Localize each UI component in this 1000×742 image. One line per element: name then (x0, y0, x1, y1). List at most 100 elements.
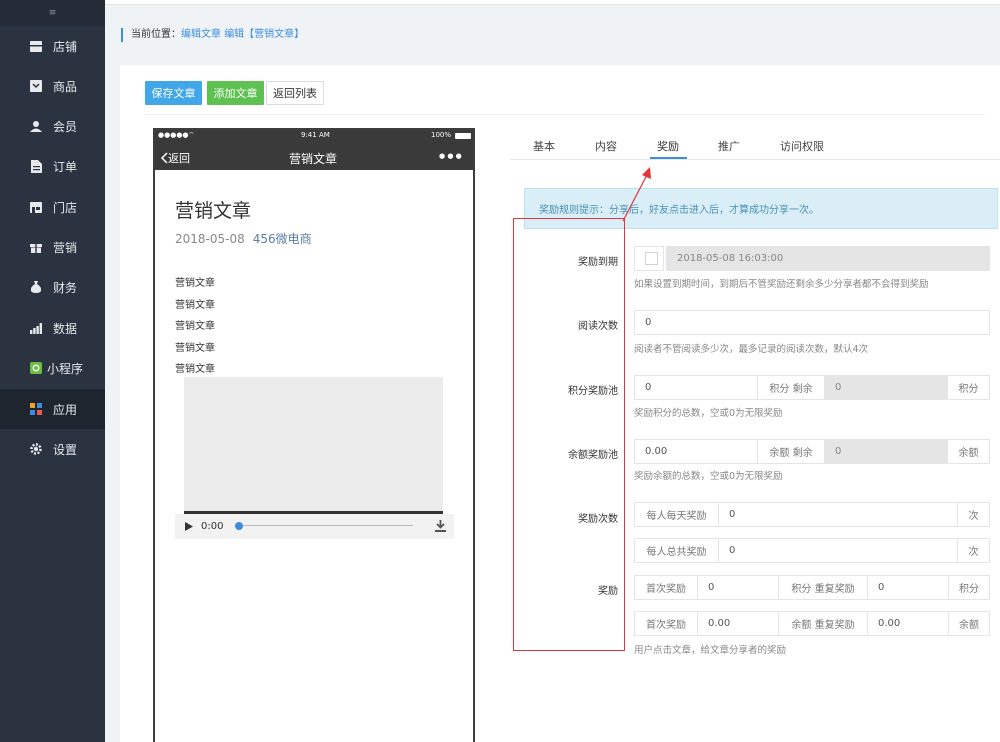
expire-checkbox[interactable] (645, 252, 658, 265)
tab-promotion[interactable]: 推广 (718, 138, 740, 154)
status-time: 9:41 AM (301, 131, 330, 139)
audio-scrubber[interactable] (235, 522, 243, 530)
balance-pool-addon: 余额 剩余 (757, 439, 825, 464)
sidebar-item-label: 店铺 (53, 39, 78, 54)
tab-reward[interactable]: 奖励 (657, 138, 679, 154)
balance-repeat-input[interactable]: 0.00 (867, 611, 949, 636)
sidebar-item-label: 小程序 (47, 361, 84, 376)
article-title: 营销文章 (175, 200, 252, 222)
chevron-left-icon (160, 152, 168, 164)
member-icon (30, 120, 42, 132)
sidebar-item-store[interactable]: 店铺 (0, 26, 105, 66)
apps-icon (30, 403, 42, 415)
top-bar (105, 0, 1000, 5)
sidebar-item-shop[interactable]: 门店 (0, 187, 105, 227)
phone-nav-title: 营销文章 (289, 152, 338, 166)
order-icon (30, 159, 42, 173)
article-line: 营销文章 (175, 364, 215, 375)
phone-back-button[interactable]: 返回 (160, 150, 190, 166)
chart-icon (30, 322, 42, 334)
add-article-button[interactable]: 添加文章 (207, 81, 264, 105)
gift-icon (30, 241, 42, 253)
sidebar-item-miniprogram[interactable]: 小程序 (0, 348, 105, 388)
toolbar-divider (145, 114, 985, 115)
audio-player: 0:00 (175, 514, 454, 539)
gear-icon (30, 443, 42, 455)
balance-pool-remaining: 0 (824, 439, 948, 464)
daily-reward-unit: 次 (957, 502, 990, 527)
sidebar-item-finance[interactable]: 财务 (0, 267, 105, 307)
article-line: 营销文章 (175, 278, 215, 289)
tab-content[interactable]: 内容 (595, 138, 617, 154)
total-reward-input[interactable]: 0 (718, 538, 958, 563)
expire-help: 如果设置到期时间，到期后不管奖励还剩余多少分享者都不会得到奖励 (634, 279, 929, 290)
expire-datetime-input[interactable]: 2018-05-08 16:03:00 (666, 246, 990, 271)
phone-preview: ●●●●● ⌔ 9:41 AM 100% 返回 营销文章 ● ● ● 营销文章 … (153, 128, 475, 742)
sidebar: ≡ 店铺 商品 会员 订单 门店 营销 财务 数据 小程序 应用 设置 (0, 0, 105, 742)
sidebar-item-label: 营销 (53, 240, 78, 255)
tab-access[interactable]: 访问权限 (780, 138, 824, 154)
balance-pool-input[interactable]: 0.00 (634, 439, 758, 464)
points-pool-help: 奖励积分的总数，空或0为无限奖励 (634, 408, 783, 419)
battery-icon (455, 133, 471, 139)
article-shop[interactable]: 456微电商 (253, 232, 312, 246)
sidebar-item-member[interactable]: 会员 (0, 106, 105, 146)
save-article-button[interactable]: 保存文章 (145, 81, 202, 105)
annotation-highlight-box (513, 218, 625, 651)
back-to-list-button[interactable]: 返回列表 (266, 81, 324, 105)
balance-repeat-unit: 余额 (948, 611, 990, 636)
breadcrumb-link-current[interactable]: 编辑【营销文章】 (224, 29, 304, 40)
points-first-input[interactable]: 0 (697, 575, 779, 600)
wifi-icon: ⌔ (188, 131, 195, 139)
points-pool-input[interactable]: 0 (634, 375, 758, 400)
balance-first-addon: 首次奖励 (634, 611, 698, 636)
points-pool-addon: 积分 剩余 (757, 375, 825, 400)
breadcrumb-prefix: 当前位置： (131, 29, 181, 40)
points-first-addon: 首次奖励 (634, 575, 698, 600)
sidebar-item-marketing[interactable]: 营销 (0, 227, 105, 267)
sidebar-item-settings[interactable]: 设置 (0, 429, 105, 469)
sidebar-item-goods[interactable]: 商品 (0, 66, 105, 106)
total-reward-unit: 次 (957, 538, 990, 563)
article-line: 营销文章 (175, 300, 215, 311)
article-meta: 2018-05-08 456微电商 (175, 230, 312, 247)
daily-reward-input[interactable]: 0 (718, 502, 958, 527)
sidebar-item-label: 门店 (53, 200, 78, 215)
annotation-arrow (622, 167, 651, 222)
tab-bar: 基本 内容 奖励 推广 访问权限 (510, 132, 1000, 160)
phone-nav-bar: 返回 营销文章 ● ● ● (155, 143, 473, 170)
article-line: 营销文章 (175, 321, 215, 332)
daily-reward-addon: 每人每天奖励 (634, 502, 719, 527)
miniprogram-icon (30, 362, 42, 374)
sidebar-item-apps[interactable]: 应用 (0, 389, 105, 429)
play-icon[interactable] (185, 522, 193, 531)
balance-first-input[interactable]: 0.00 (697, 611, 779, 636)
reads-input[interactable]: 0 (634, 310, 990, 335)
sidebar-item-label: 订单 (53, 159, 78, 174)
video-placeholder[interactable] (184, 377, 443, 514)
sidebar-item-order[interactable]: 订单 (0, 146, 105, 186)
points-pool-remaining: 0 (824, 375, 948, 400)
sidebar-toggle[interactable]: ≡ (0, 0, 105, 26)
store-icon (30, 40, 42, 52)
article-date: 2018-05-08 (175, 232, 245, 246)
balance-repeat-addon: 余额 重复奖励 (778, 611, 868, 636)
points-repeat-input[interactable]: 0 (867, 575, 949, 600)
phone-back-label: 返回 (168, 152, 190, 165)
money-bag-icon (30, 281, 42, 293)
tab-basic[interactable]: 基本 (533, 138, 555, 154)
sidebar-item-label: 设置 (53, 442, 78, 457)
breadcrumb-link-edit-article[interactable]: 编辑文章 (181, 29, 221, 40)
more-icon[interactable]: ● ● ● (439, 152, 462, 160)
sidebar-item-label: 数据 (53, 321, 78, 336)
audio-track[interactable] (243, 525, 413, 526)
download-icon[interactable] (435, 520, 446, 532)
sidebar-item-label: 财务 (53, 280, 78, 295)
sidebar-item-data[interactable]: 数据 (0, 308, 105, 348)
goods-icon (30, 80, 42, 92)
shop-icon (30, 201, 42, 213)
total-reward-addon: 每人总共奖励 (634, 538, 719, 563)
article-line: 营销文章 (175, 343, 215, 354)
signal-indicator: ●●●●● (158, 131, 189, 139)
breadcrumb: 当前位置：编辑文章 编辑【营销文章】 (121, 28, 304, 42)
